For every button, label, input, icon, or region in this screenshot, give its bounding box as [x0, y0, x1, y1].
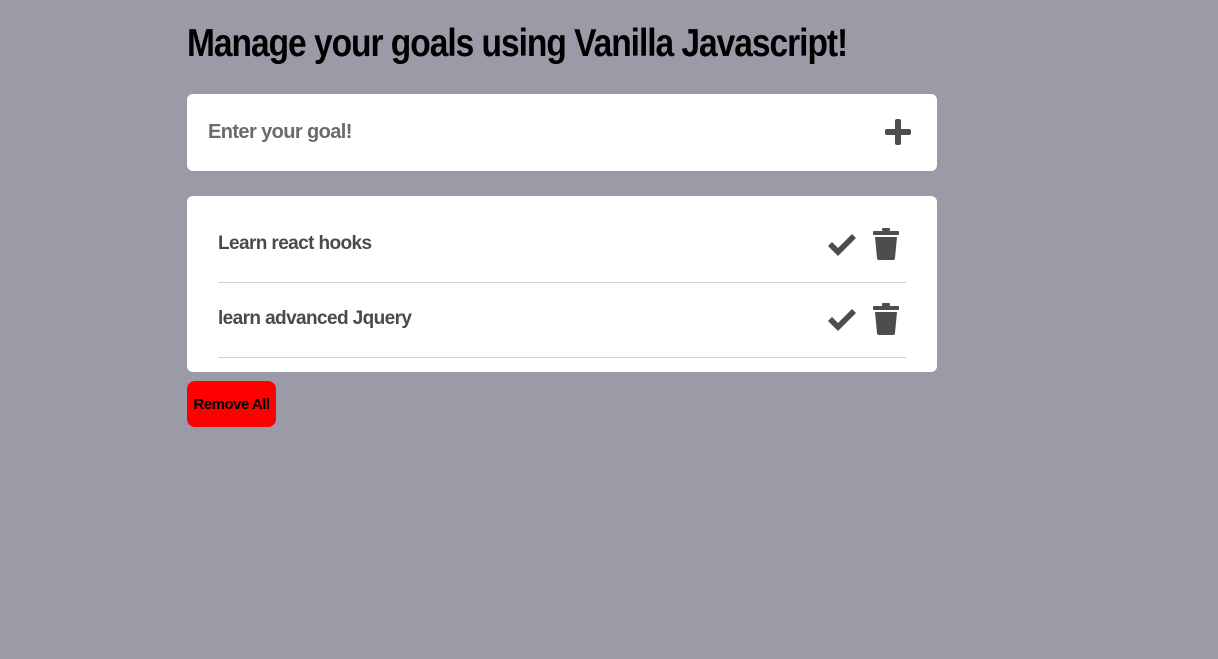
complete-goal-button[interactable]	[826, 230, 858, 260]
plus-icon	[885, 119, 911, 145]
goal-list: Learn react hooks learn advanced Jquery	[218, 208, 906, 358]
goal-list-card: Learn react hooks learn advanced Jquery	[187, 196, 937, 372]
check-icon	[828, 309, 856, 331]
trash-icon	[873, 228, 899, 260]
trash-icon	[873, 303, 899, 335]
page-title: Manage your goals using Vanilla Javascri…	[187, 22, 848, 65]
delete-goal-button[interactable]	[873, 303, 899, 335]
remove-all-button[interactable]: Remove All	[187, 381, 276, 427]
goal-input[interactable]	[208, 116, 848, 148]
complete-goal-button[interactable]	[826, 305, 858, 335]
list-item: Learn react hooks	[218, 208, 906, 283]
goal-input-card	[187, 94, 937, 171]
add-goal-button[interactable]	[883, 117, 913, 147]
delete-goal-button[interactable]	[873, 228, 899, 260]
list-item: learn advanced Jquery	[218, 283, 906, 358]
check-icon	[828, 234, 856, 256]
goal-text: learn advanced Jquery	[218, 308, 412, 329]
goal-text: Learn react hooks	[218, 233, 372, 254]
